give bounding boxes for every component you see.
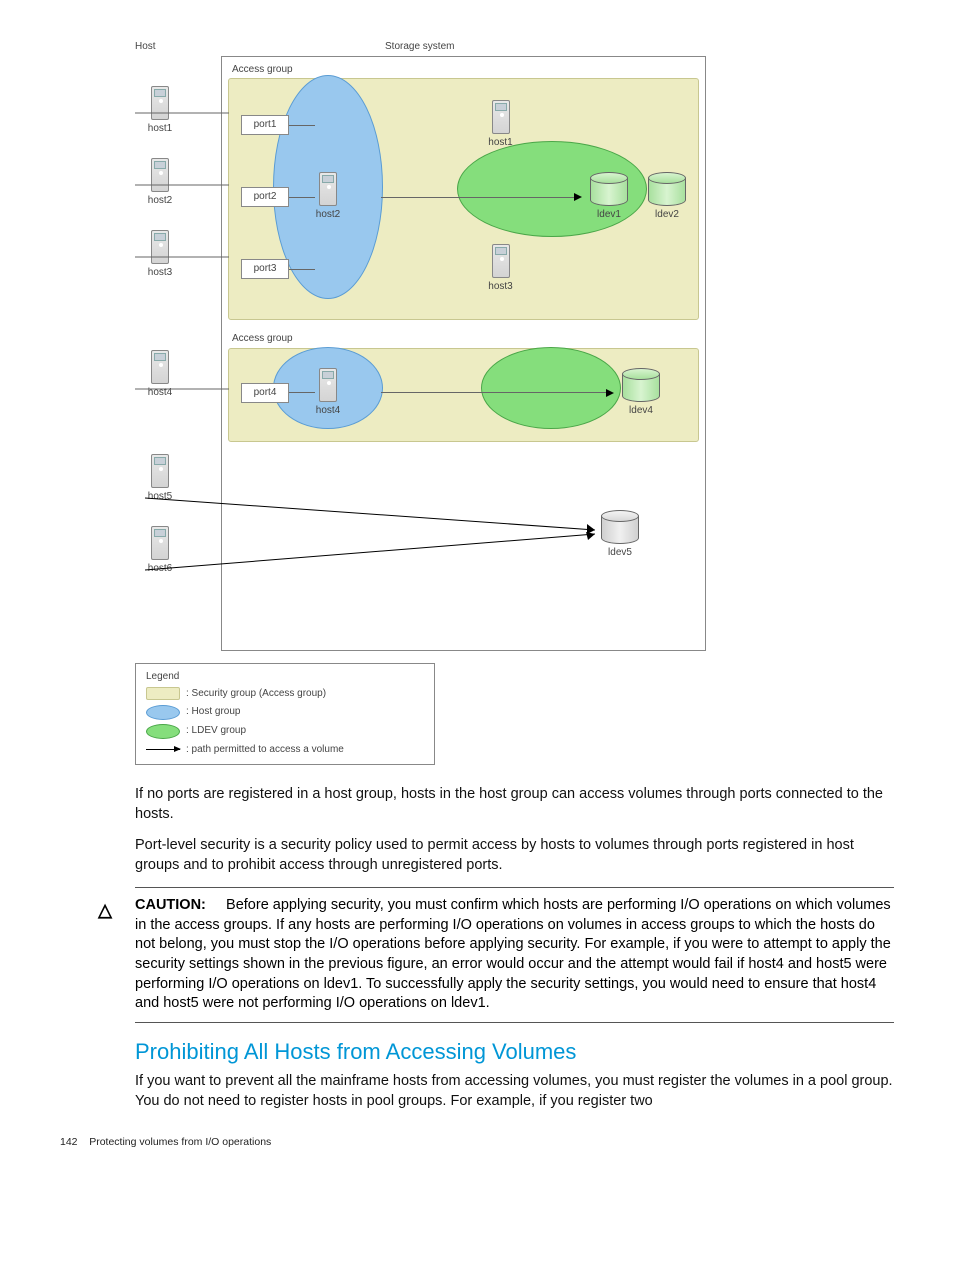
g1-host-1: host1: [488, 136, 514, 150]
legend-title: Legend: [146, 670, 424, 684]
access-group-2-label: Access group: [232, 332, 699, 346]
storage-system-box: Access group port1 host1 port2 host2: [221, 56, 706, 651]
section-heading: Prohibiting All Hosts from Accessing Vol…: [135, 1037, 894, 1067]
legend: Legend : Security group (Access group) :…: [135, 663, 435, 766]
footer-chapter: Protecting volumes from I/O operations: [89, 1136, 271, 1148]
legend-swatch-security: [146, 687, 180, 700]
g1-host-3: host3: [488, 280, 514, 294]
port-3: port3: [241, 259, 289, 279]
legend-text-security: : Security group (Access group): [186, 687, 326, 701]
divider-top: [135, 887, 894, 888]
label-storage-column: Storage system: [385, 40, 454, 54]
g2-host-4: host4: [315, 404, 341, 418]
caution-text: Before applying security, you must confi…: [135, 897, 891, 1011]
legend-swatch-ldevgroup: [146, 724, 180, 739]
access-group-2: port4 host4 ldev4: [228, 348, 699, 442]
access-group-1-label: Access group: [232, 63, 699, 77]
ext-host-6: host6: [147, 562, 173, 576]
caution-label: CAUTION:: [135, 897, 206, 913]
ext-host-5: host5: [147, 490, 173, 504]
access-group-1: port1 host1 port2 host2 ldev1 ldev2: [228, 78, 699, 320]
paragraph-2: Port-level security is a security policy…: [135, 836, 894, 875]
legend-text-hostgroup: : Host group: [186, 705, 240, 719]
ext-host-1: host1: [147, 122, 173, 136]
ldev-4: ldev4: [622, 404, 660, 418]
label-host-column: Host: [135, 40, 165, 54]
ldev-2: ldev2: [648, 208, 686, 222]
legend-swatch-hostgroup: [146, 705, 180, 720]
divider-bottom: [135, 1022, 894, 1023]
ext-host-3: host3: [147, 266, 173, 280]
legend-arrow-icon: [146, 749, 180, 750]
legend-text-path: : path permitted to access a volume: [186, 743, 344, 757]
ext-host-4: host4: [147, 386, 173, 400]
port-4: port4: [241, 383, 289, 403]
legend-text-ldevgroup: : LDEV group: [186, 724, 246, 738]
diagram: Host Storage system host1 host2 host3 ho…: [135, 40, 894, 765]
g1-host-2: host2: [315, 208, 341, 222]
ldev-1: ldev1: [590, 208, 628, 222]
caution-icon: △: [95, 896, 115, 1013]
paragraph-1: If no ports are registered in a host gro…: [135, 785, 894, 824]
ldev-5: ldev5: [601, 546, 639, 560]
port-2: port2: [241, 187, 289, 207]
port-1: port1: [241, 115, 289, 135]
page-number: 142: [60, 1136, 78, 1148]
ext-host-2: host2: [147, 194, 173, 208]
paragraph-3: If you want to prevent all the mainframe…: [135, 1072, 894, 1111]
